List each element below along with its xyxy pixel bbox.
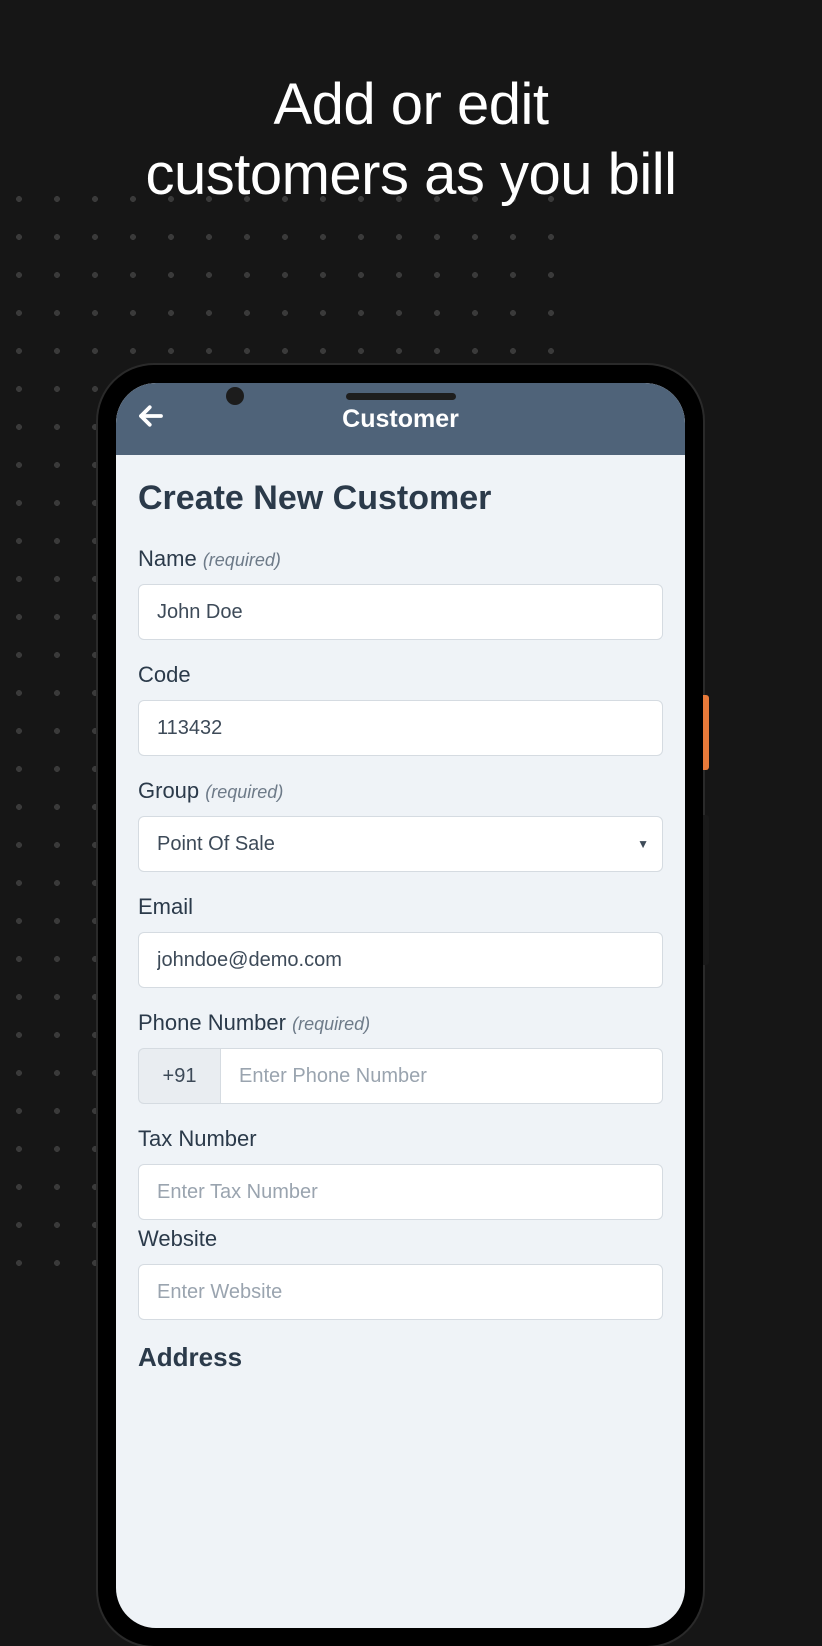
phone-speaker-icon <box>346 393 456 400</box>
email-input[interactable] <box>138 932 663 988</box>
form-body: Create New Customer Name (required) Code… <box>116 455 685 1373</box>
page-title: Create New Customer <box>138 479 663 518</box>
field-email: Email <box>138 894 663 988</box>
address-section-title: Address <box>138 1342 663 1373</box>
phone-camera-icon <box>226 387 244 405</box>
field-name: Name (required) <box>138 546 663 640</box>
headline-line-2: customers as you bill <box>145 142 676 207</box>
field-code: Code <box>138 662 663 756</box>
headline-line-1: Add or edit <box>273 72 548 137</box>
volume-button-icon <box>703 815 709 965</box>
group-label: Group (required) <box>138 778 663 804</box>
required-indicator: (required) <box>205 782 283 802</box>
field-website: Website <box>138 1226 663 1320</box>
email-label: Email <box>138 894 663 920</box>
app-screen: Customer Create New Customer Name (requi… <box>116 383 685 1628</box>
phone-label: Phone Number (required) <box>138 1010 663 1036</box>
marketing-headline: Add or edit customers as you bill <box>0 0 822 209</box>
power-button-icon <box>703 695 709 770</box>
website-input[interactable] <box>138 1264 663 1320</box>
code-input[interactable] <box>138 700 663 756</box>
tax-input[interactable] <box>138 1164 663 1220</box>
name-label: Name (required) <box>138 546 663 572</box>
group-select[interactable]: Point Of Sale <box>138 816 663 872</box>
field-tax: Tax Number <box>138 1126 663 1220</box>
field-phone: Phone Number (required) +91 <box>138 1010 663 1104</box>
arrow-left-icon <box>136 401 166 437</box>
required-indicator: (required) <box>292 1014 370 1034</box>
phone-device-mock: Customer Create New Customer Name (requi… <box>98 365 703 1646</box>
back-button[interactable] <box>136 401 176 437</box>
phone-input[interactable] <box>220 1048 663 1104</box>
tax-label: Tax Number <box>138 1126 663 1152</box>
website-label: Website <box>138 1226 663 1252</box>
required-indicator: (required) <box>203 550 281 570</box>
header-title: Customer <box>116 405 685 434</box>
field-group: Group (required) Point Of Sale ▼ <box>138 778 663 872</box>
code-label: Code <box>138 662 663 688</box>
name-input[interactable] <box>138 584 663 640</box>
phone-prefix[interactable]: +91 <box>138 1048 220 1104</box>
